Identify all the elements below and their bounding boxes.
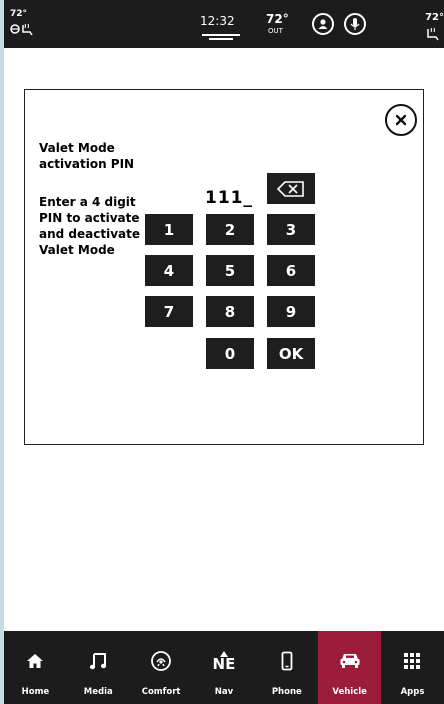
- person-icon: [318, 19, 328, 29]
- nav-home[interactable]: Home: [4, 631, 67, 704]
- screen: 72° 12:32 72° OUT 72° Valet Mode activat…: [4, 0, 444, 704]
- key-9[interactable]: 9: [267, 296, 315, 327]
- nav-label-comfort: Comfort: [141, 687, 181, 697]
- key-7[interactable]: 7: [145, 296, 193, 327]
- dialog-title: Valet Mode activation PIN: [39, 141, 135, 171]
- backspace-button[interactable]: [267, 173, 315, 204]
- close-icon: [395, 114, 407, 126]
- nav-media[interactable]: Media: [67, 631, 130, 704]
- key-5[interactable]: 5: [206, 255, 254, 286]
- car-icon: [340, 654, 360, 668]
- heated-seat-icon[interactable]: [424, 27, 440, 41]
- microphone-icon: [350, 18, 360, 30]
- key-2[interactable]: 2: [206, 214, 254, 245]
- nav-phone[interactable]: Phone: [255, 631, 318, 704]
- clock: 12:32: [200, 14, 235, 28]
- compass-heading: NE: [212, 654, 236, 673]
- key-0[interactable]: 0: [206, 338, 254, 369]
- nav-label-media: Media: [83, 687, 113, 697]
- nav-label-vehicle: Vehicle: [332, 687, 367, 697]
- close-button[interactable]: [385, 104, 417, 136]
- driver-temp[interactable]: 72°: [10, 9, 27, 19]
- nav-label-nav: Nav: [214, 687, 234, 697]
- key-4[interactable]: 4: [145, 255, 193, 286]
- nav-label-phone: Phone: [271, 687, 302, 697]
- valet-pin-dialog: Valet Mode activation PIN Enter a 4 digi…: [24, 89, 424, 445]
- driver-profile-button[interactable]: [312, 13, 334, 35]
- bottom-nav: Home Media Comfort NE Nav Phone Vehicle …: [4, 631, 444, 704]
- phone-icon: [281, 651, 293, 671]
- key-8[interactable]: 8: [206, 296, 254, 327]
- voice-button[interactable]: [344, 13, 366, 35]
- key-1[interactable]: 1: [145, 214, 193, 245]
- key-3[interactable]: 3: [267, 214, 315, 245]
- ok-button[interactable]: OK: [267, 338, 315, 369]
- nav-apps[interactable]: Apps: [381, 631, 444, 704]
- heated-seat-steering-icon[interactable]: [10, 22, 36, 36]
- climate-icon: [151, 651, 172, 671]
- nav-comfort[interactable]: Comfort: [130, 631, 193, 704]
- nav-nav[interactable]: NE Nav: [193, 631, 256, 704]
- apps-grid-icon: [404, 653, 421, 669]
- controls-tray-handle[interactable]: [202, 34, 240, 40]
- outside-temp-label: OUT: [268, 27, 283, 35]
- passenger-temp[interactable]: 72°: [425, 12, 444, 23]
- outside-temp: 72°: [266, 12, 289, 26]
- dialog-instructions: Enter a 4 digit PIN to activate and deac…: [39, 195, 140, 257]
- nav-label-home: Home: [21, 687, 50, 697]
- music-note-icon: [90, 653, 107, 670]
- home-icon: [27, 654, 44, 668]
- status-bar: 72° 12:32 72° OUT 72°: [4, 0, 444, 48]
- backspace-icon: [276, 180, 304, 197]
- pin-entry-display: 111_: [205, 188, 253, 208]
- key-6[interactable]: 6: [267, 255, 315, 286]
- nav-label-apps: Apps: [400, 687, 425, 697]
- nav-vehicle[interactable]: Vehicle: [318, 631, 382, 704]
